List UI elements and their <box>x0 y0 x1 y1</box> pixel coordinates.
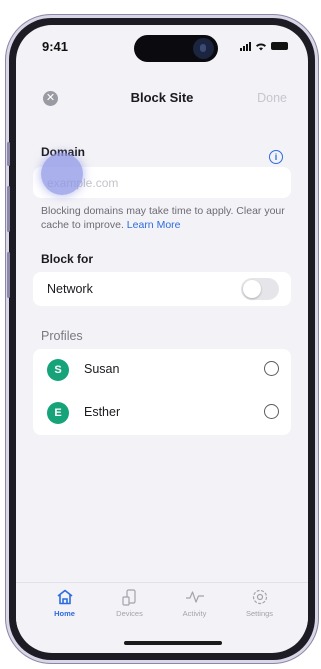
side-button <box>7 252 10 298</box>
block-site-sheet: ✕ Block Site Done Domain i Blocking doma… <box>25 79 299 583</box>
profile-radio[interactable] <box>264 404 279 419</box>
tab-label: Activity <box>182 609 207 618</box>
screen: 9:41 ✕ Block Site Done Domain i example.… <box>16 25 308 653</box>
profiles-label: Profiles <box>41 329 83 343</box>
tab-label: Home <box>54 609 75 618</box>
home-indicator <box>124 641 222 645</box>
dynamic-island <box>134 35 218 62</box>
tab-activity[interactable]: Activity <box>168 583 222 629</box>
side-button <box>7 142 10 166</box>
profile-name: Susan <box>84 362 120 376</box>
camera-icon <box>193 38 214 59</box>
system-icons <box>240 41 288 51</box>
info-icon[interactable]: i <box>269 150 283 164</box>
toggle-knob <box>243 280 261 298</box>
activity-icon <box>185 591 204 603</box>
profile-name: Esther <box>84 405 121 419</box>
status-time: 9:41 <box>42 39 69 54</box>
profile-row-esther[interactable]: E Esther <box>33 392 291 435</box>
tab-home[interactable]: Home <box>38 583 92 629</box>
profile-radio[interactable] <box>264 361 279 376</box>
profiles-card: S Susan E Esther <box>33 349 291 435</box>
touch-indicator <box>41 153 83 195</box>
sheet-header: ✕ Block Site Done <box>25 79 299 119</box>
status-bar: 9:41 <box>16 25 308 65</box>
tab-settings[interactable]: Settings <box>233 583 287 629</box>
profile-row-susan[interactable]: S Susan <box>33 349 291 392</box>
wifi-icon <box>256 42 266 50</box>
block-for-label: Block for <box>41 252 94 266</box>
done-button[interactable]: Done <box>257 91 287 105</box>
avatar: E <box>47 402 69 424</box>
tab-bar: Home Devices Activity Settings <box>16 582 308 629</box>
tab-label: Devices <box>116 609 143 618</box>
tab-label: Settings <box>245 609 274 618</box>
avatar: S <box>47 359 69 381</box>
network-toggle[interactable] <box>241 278 279 300</box>
phone-bezel: 9:41 ✕ Block Site Done Domain i example.… <box>9 18 315 660</box>
devices-icon <box>121 588 136 606</box>
network-label: Network <box>47 282 93 296</box>
domain-hint: Blocking domains may take time to apply.… <box>41 204 287 232</box>
signal-icon <box>240 41 251 51</box>
tab-devices[interactable]: Devices <box>103 583 157 629</box>
settings-icon <box>252 589 267 605</box>
side-button <box>7 186 10 232</box>
learn-more-link[interactable]: Learn More <box>127 219 181 231</box>
network-row: Network <box>33 272 291 306</box>
home-icon <box>57 589 72 605</box>
phone-frame: 9:41 ✕ Block Site Done Domain i example.… <box>5 14 319 664</box>
battery-icon <box>271 42 288 50</box>
